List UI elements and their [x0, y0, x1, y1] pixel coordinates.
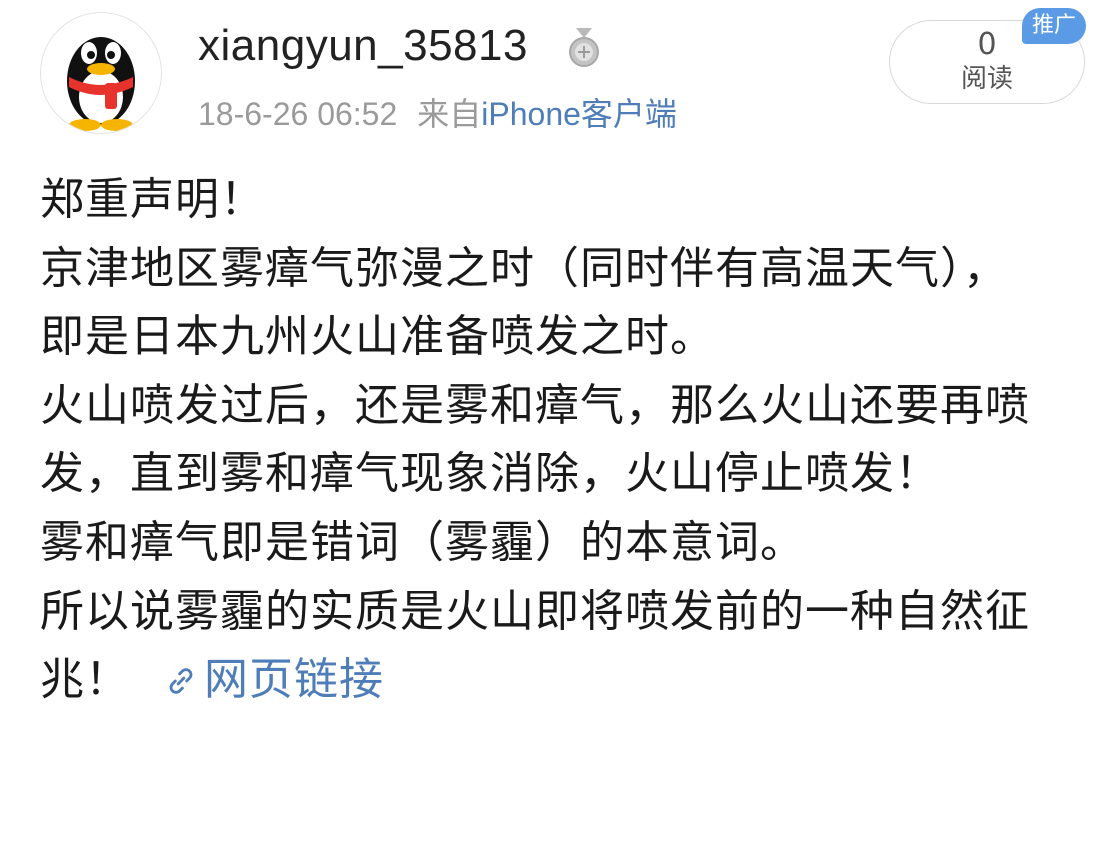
- content-line: 京津地区雾瘴气弥漫之时（同时伴有高温天气），: [40, 242, 1008, 294]
- avatar[interactable]: [40, 12, 162, 134]
- promote-badge[interactable]: 推广: [1022, 8, 1086, 44]
- source-link[interactable]: iPhone客户端: [481, 96, 677, 132]
- link-icon: [169, 668, 193, 694]
- post-time: 18-6-26 06:52: [198, 96, 398, 132]
- content-line: 即是日本九州火山准备喷发之时。: [40, 311, 715, 363]
- source-prefix: 来自: [417, 96, 482, 132]
- medal-icon[interactable]: [566, 28, 602, 68]
- read-label: 阅读: [960, 64, 1013, 94]
- post-content: 郑重声明！ 京津地区雾瘴气弥漫之时（同时伴有高温天气）， 即是日本九州火山准备喷…: [40, 166, 1090, 715]
- content-line: 火山喷发过后，还是雾和瘴气，那么火山还要再喷发，直到雾和瘴气现象消除，火山停止喷…: [40, 379, 1030, 500]
- content-line-last: 所以说雾霾的实质是火山即将喷发前的一种自然征兆！ 网页链接: [40, 578, 1090, 715]
- post-meta: 18-6-26 06:52 来自iPhone客户端: [198, 92, 677, 136]
- penguin-avatar-icon: [67, 37, 135, 131]
- content-line: 雾和瘴气即是错词（雾霾）的本意词。: [40, 516, 805, 568]
- web-link-label: 网页链接: [204, 654, 384, 706]
- content-line: 郑重声明！: [40, 174, 265, 225]
- username[interactable]: xiangyun_35813: [198, 18, 528, 74]
- weibo-post: xiangyun_35813 18-6-26 06:52 来自iPhone客户端 …: [0, 0, 1104, 858]
- web-link[interactable]: 网页链接: [164, 654, 384, 705]
